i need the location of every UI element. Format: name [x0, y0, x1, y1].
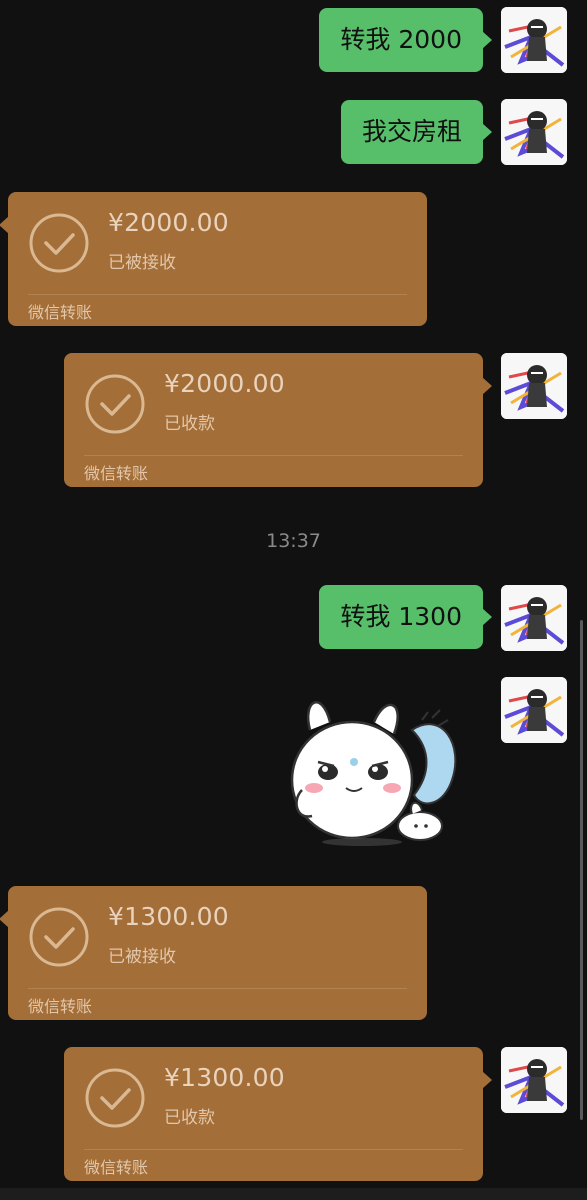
avatar-image — [501, 585, 567, 651]
transfer-card-received[interactable]: ¥1300.00 已被接收 微信转账 — [0, 886, 427, 1020]
scrollbar[interactable] — [580, 620, 583, 1120]
check-circle-icon — [28, 212, 90, 274]
bunny-sticker[interactable] — [282, 690, 464, 852]
transfer-amount: ¥1300.00 — [108, 902, 229, 931]
user-avatar[interactable] — [501, 585, 567, 651]
transfer-brand-label: 微信转账 — [28, 997, 93, 1016]
input-bar-edge — [0, 1188, 587, 1200]
avatar-image — [501, 1047, 567, 1113]
check-circle-icon — [84, 1067, 146, 1129]
message-bubble-sent[interactable]: 转我 1300 — [319, 585, 492, 649]
transfer-amount: ¥2000.00 — [164, 369, 285, 398]
transfer-amount: ¥2000.00 — [108, 208, 229, 237]
transfer-amount: ¥1300.00 — [164, 1063, 285, 1092]
transfer-brand-label: 微信转账 — [28, 303, 93, 322]
transfer-brand-label: 微信转账 — [84, 1158, 149, 1177]
user-avatar[interactable] — [501, 99, 567, 165]
user-avatar[interactable] — [501, 353, 567, 419]
card-divider — [84, 1149, 463, 1150]
check-circle-icon — [84, 373, 146, 435]
transfer-card-sent[interactable]: ¥2000.00 已收款 微信转账 — [64, 353, 492, 487]
transfer-brand-label: 微信转账 — [84, 464, 149, 483]
avatar-image — [501, 7, 567, 73]
transfer-card-sent[interactable]: ¥1300.00 已收款 微信转账 — [64, 1047, 492, 1181]
transfer-status: 已被接收 — [108, 947, 176, 967]
card-divider — [84, 455, 463, 456]
avatar-image — [501, 677, 567, 743]
message-bubble-sent[interactable]: 我交房租 — [340, 100, 493, 164]
chat-timestamp: 13:37 — [266, 530, 321, 552]
user-avatar[interactable] — [501, 7, 567, 73]
chat-view: 转我 2000 我交房租 ¥2000.00 已被接收 微信转账 ¥2000.00… — [0, 0, 587, 1200]
transfer-status: 已收款 — [164, 1108, 215, 1128]
avatar-image — [501, 353, 567, 419]
transfer-card-received[interactable]: ¥2000.00 已被接收 微信转账 — [0, 192, 427, 326]
avatar-image — [501, 99, 567, 165]
user-avatar[interactable] — [501, 677, 567, 743]
transfer-status: 已收款 — [164, 414, 215, 434]
message-bubble-sent[interactable]: 转我 2000 — [319, 8, 492, 72]
transfer-status: 已被接收 — [108, 253, 176, 273]
card-divider — [28, 294, 407, 295]
card-divider — [28, 988, 407, 989]
check-circle-icon — [28, 906, 90, 968]
user-avatar[interactable] — [501, 1047, 567, 1113]
